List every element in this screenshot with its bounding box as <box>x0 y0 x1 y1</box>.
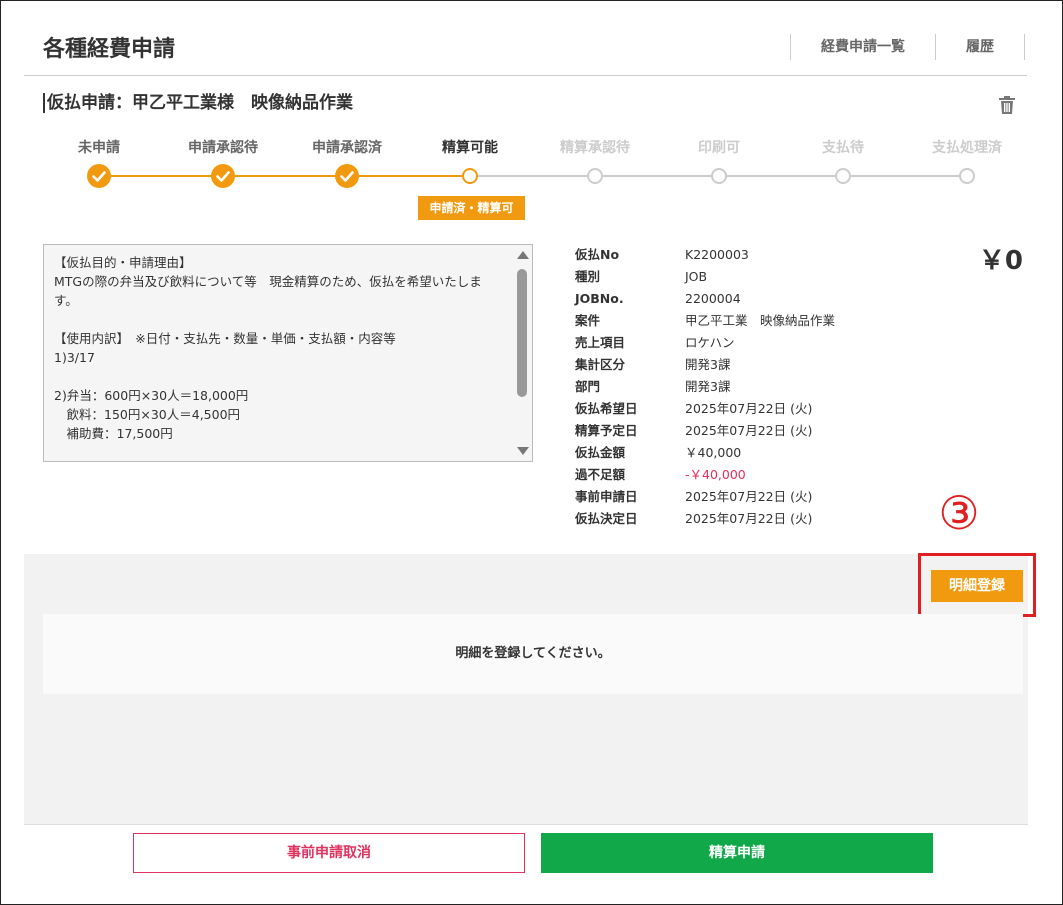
header-divider <box>24 75 1027 76</box>
step-item: 精算承認待 <box>533 136 657 184</box>
step-label: 支払待 <box>822 140 864 156</box>
check-icon <box>87 164 111 188</box>
step-item: 未申請 <box>37 136 161 188</box>
page-title: 各種経費申請 <box>43 37 176 62</box>
detail-row: 仮払決定日 2025年07月22日 (火) <box>575 508 835 530</box>
request-title: 仮払申請：甲乙平工業様 映像納品作業 <box>43 93 353 113</box>
step-label: 未申請 <box>78 140 120 156</box>
stepper-line-done <box>99 175 470 177</box>
history-link[interactable]: 履歴 <box>935 34 1025 60</box>
detail-key: 精算予定日 <box>575 423 638 438</box>
detail-value: 2025年07月22日 (火) <box>685 489 813 504</box>
step-item: 精算可能 <box>408 136 532 184</box>
step-label: 支払処理済 <box>932 140 1002 156</box>
step-label: 精算可能 <box>442 140 498 156</box>
detail-empty-panel: 明細を登録してください。 <box>43 614 1023 694</box>
detail-value: 2025年07月22日 (火) <box>685 511 813 526</box>
trash-icon[interactable] <box>996 94 1018 116</box>
step-label: 申請承認済 <box>312 140 382 156</box>
detail-key: 種別 <box>575 269 601 284</box>
detail-value: 2025年07月22日 (火) <box>685 401 813 416</box>
check-icon <box>335 164 359 188</box>
memo-scrollbar[interactable] <box>514 245 532 461</box>
detail-row: 事前申請日 2025年07月22日 (火) <box>575 486 835 508</box>
detail-key: 仮払金額 <box>575 445 626 460</box>
step-circle-icon <box>711 168 727 184</box>
detail-row: 売上項目 ロケハン <box>575 332 835 354</box>
detail-value: 開発3課 <box>685 379 731 394</box>
step-item: 支払処理済 <box>905 136 1029 184</box>
detail-value: 2025年07月22日 (火) <box>685 423 813 438</box>
scroll-thumb[interactable] <box>517 269 527 397</box>
step-label: 申請承認待 <box>188 140 258 156</box>
amount-total: ￥0 <box>978 246 1023 276</box>
detail-value: 甲乙平工業 映像納品作業 <box>685 313 836 328</box>
step-circle-icon <box>587 168 603 184</box>
empty-message: 明細を登録してください。 <box>455 646 611 661</box>
memo-textarea[interactable]: 【仮払目的・申請理由】 MTGの際の弁当及び飲料について等 現金精算のため、仮払… <box>43 244 533 462</box>
detail-value: 2200004 <box>685 291 741 306</box>
step-item: 支払待 <box>781 136 905 184</box>
cancel-request-button[interactable]: 事前申請取消 <box>133 833 525 873</box>
detail-row: 案件 甲乙平工業 映像納品作業 <box>575 310 835 332</box>
detail-row: 仮払金額 ￥40,000 <box>575 442 835 464</box>
scroll-up-icon[interactable] <box>517 251 529 259</box>
step-circle-icon <box>959 168 975 184</box>
expense-list-link[interactable]: 経費申請一覧 <box>790 34 935 60</box>
step-item: 申請承認済 <box>285 136 409 188</box>
header-nav: 経費申請一覧 履歴 <box>790 34 1025 60</box>
scroll-down-icon[interactable] <box>517 447 529 455</box>
footer-divider <box>24 824 1028 825</box>
detail-value: K2200003 <box>685 247 749 262</box>
detail-key: 事前申請日 <box>575 489 638 504</box>
detail-value: ロケハン <box>685 335 735 350</box>
step-circle-icon <box>462 168 478 184</box>
detail-key: JOBNo. <box>575 291 624 306</box>
detail-key: 仮払No <box>575 247 620 262</box>
detail-row: 過不足額 -￥40,000 <box>575 464 835 486</box>
highlight-box <box>918 553 1036 617</box>
detail-key: 売上項目 <box>575 335 626 350</box>
settle-request-button[interactable]: 精算申請 <box>541 833 933 873</box>
detail-row: 集計区分 開発3課 <box>575 354 835 376</box>
check-icon <box>211 164 235 188</box>
detail-value: 開発3課 <box>685 357 731 372</box>
detail-row: 種別 JOB <box>575 266 835 288</box>
detail-key: 仮払希望日 <box>575 401 638 416</box>
detail-key: 過不足額 <box>575 467 626 482</box>
progress-stepper: 未申請 申請承認待 申請承認済 精算可能 精算承認待 印刷可 支払待 支払処理済 <box>0 136 1063 226</box>
step-label: 印刷可 <box>698 140 740 156</box>
status-badge: 申請済・精算可 <box>418 196 525 220</box>
annotation-number: ③ <box>938 486 980 540</box>
detail-key: 集計区分 <box>575 357 626 372</box>
detail-row: 仮払No K2200003 <box>575 244 835 266</box>
detail-value: -￥40,000 <box>685 467 746 482</box>
step-item: 申請承認待 <box>161 136 285 188</box>
detail-list: 仮払No K2200003 種別 JOB JOBNo. 2200004 案件 甲乙平工業 映像… <box>575 244 835 530</box>
detail-value: JOB <box>685 269 708 284</box>
detail-key: 仮払決定日 <box>575 511 638 526</box>
detail-key: 案件 <box>575 313 601 328</box>
detail-value: ￥40,000 <box>685 445 742 460</box>
detail-row: 部門 開発3課 <box>575 376 835 398</box>
step-item: 印刷可 <box>657 136 781 184</box>
step-label: 精算承認待 <box>560 140 630 156</box>
memo-text: 【仮払目的・申請理由】 MTGの際の弁当及び飲料について等 現金精算のため、仮払… <box>54 255 482 441</box>
detail-key: 部門 <box>575 379 601 394</box>
step-circle-icon <box>835 168 851 184</box>
detail-row: 仮払希望日 2025年07月22日 (火) <box>575 398 835 420</box>
detail-row: 精算予定日 2025年07月22日 (火) <box>575 420 835 442</box>
detail-row: JOBNo. 2200004 <box>575 288 835 310</box>
